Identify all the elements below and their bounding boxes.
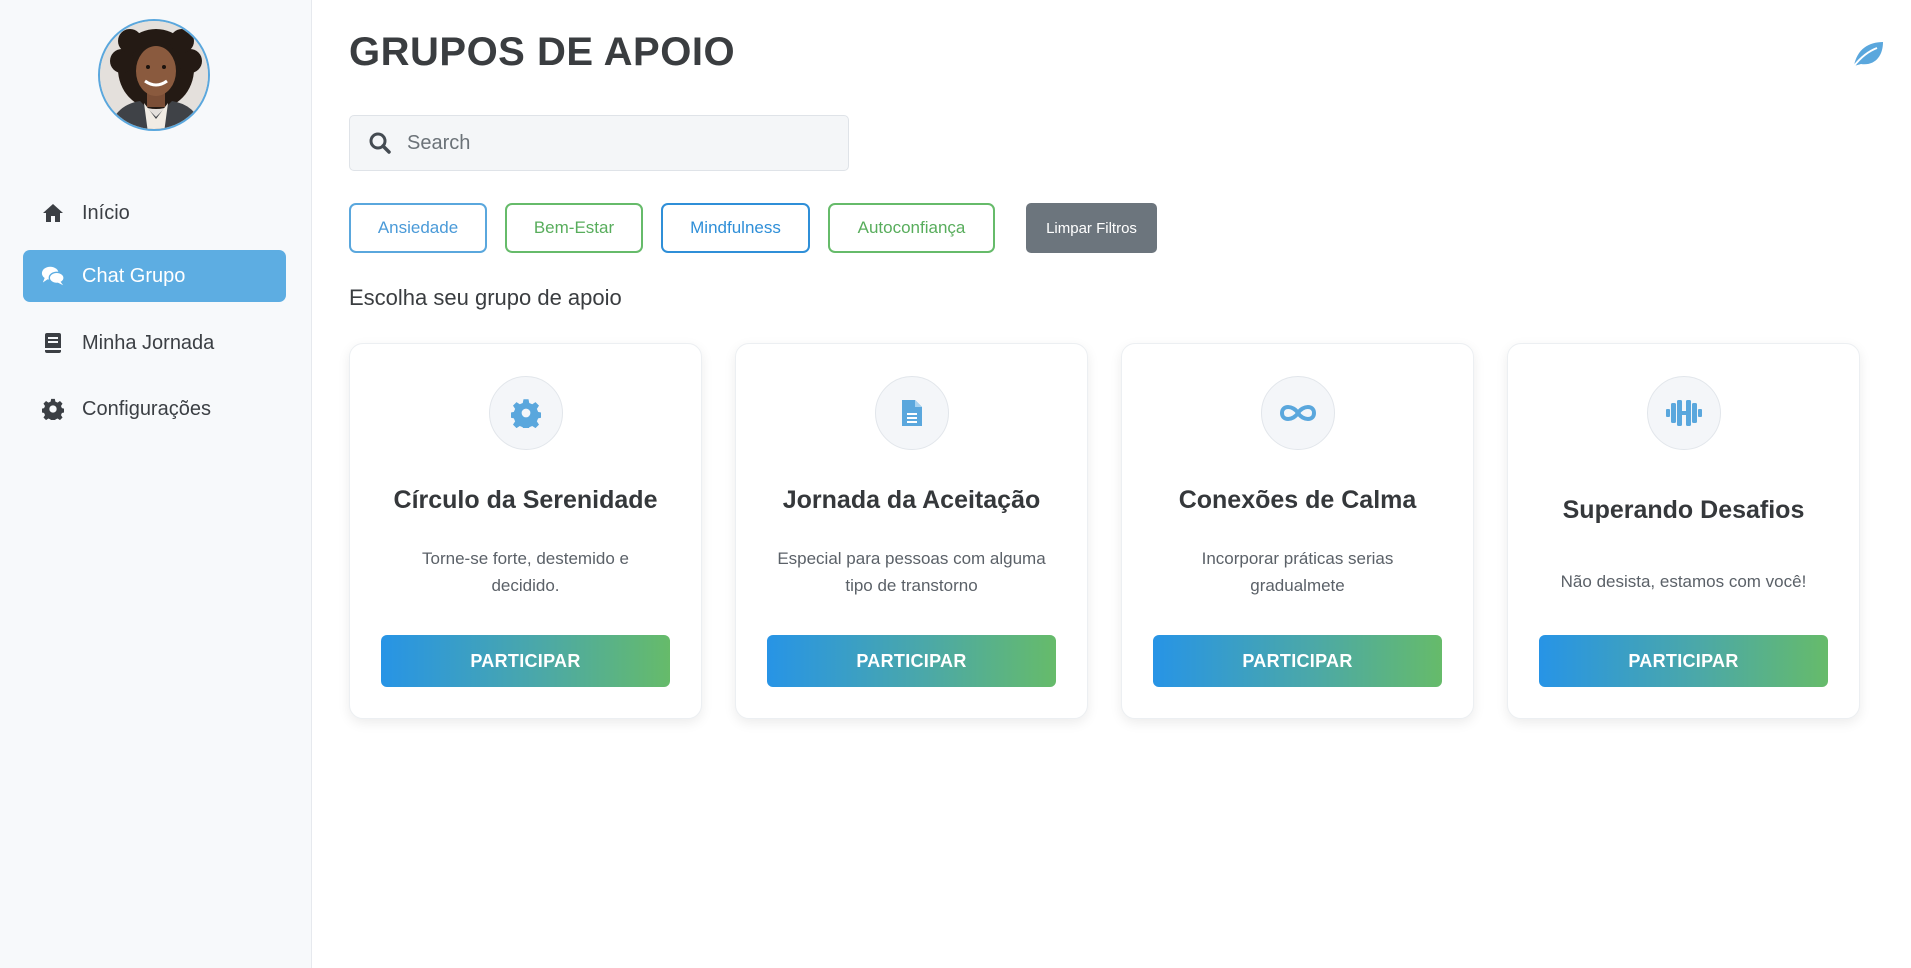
filter-autoconfianca[interactable]: Autoconfiança <box>828 203 995 253</box>
filter-ansiedade[interactable]: Ansiedade <box>349 203 487 253</box>
sidebar-item-minha-jornada[interactable]: Minha Jornada <box>23 317 286 369</box>
sidebar-item-configuracoes[interactable]: Configurações <box>23 383 286 435</box>
card-description: Não desista, estamos com você! <box>1560 572 1807 591</box>
card-description: Incorporar práticas serias gradualmete <box>1201 549 1394 595</box>
group-card: Superando Desafios Não desista, estamos … <box>1507 343 1860 719</box>
sidebar-item-label: Chat Grupo <box>82 264 186 287</box>
leaf-icon <box>1851 39 1885 69</box>
card-title: Conexões de Calma <box>1178 486 1417 514</box>
card-title: Superando Desafios <box>1562 496 1805 524</box>
dumbbell-icon <box>1646 376 1721 450</box>
infinity-icon <box>1260 376 1335 450</box>
participar-button[interactable]: PARTICIPAR <box>1539 635 1828 687</box>
participar-button[interactable]: PARTICIPAR <box>767 635 1056 687</box>
group-card: Jornada da Aceitação Especial para pesso… <box>735 343 1088 719</box>
clear-filters-button[interactable]: Limpar Filtros <box>1026 203 1157 253</box>
search-icon <box>369 132 391 154</box>
participar-button[interactable]: PARTICIPAR <box>1153 635 1442 687</box>
avatar[interactable] <box>98 19 210 131</box>
search-box <box>349 115 849 171</box>
card-description: Especial para pessoas com alguma tipo de… <box>777 549 1046 595</box>
card-title: Círculo da Serenidade <box>393 486 658 514</box>
gear-icon <box>41 397 65 421</box>
book-icon <box>41 331 65 355</box>
section-label: Escolha seu grupo de apoio <box>349 285 622 310</box>
sidebar-item-label: Minha Jornada <box>82 331 215 354</box>
chat-icon <box>41 264 65 288</box>
filter-bem-estar[interactable]: Bem-Estar <box>505 203 643 253</box>
gear-icon <box>488 376 563 450</box>
sidebar-item-label: Início <box>82 201 130 224</box>
group-card: Conexões de Calma Incorporar práticas se… <box>1121 343 1474 719</box>
card-title: Jornada da Aceitação <box>782 486 1041 514</box>
filter-mindfulness[interactable]: Mindfulness <box>661 203 810 253</box>
home-icon <box>41 201 65 225</box>
sidebar-item-label: Configurações <box>82 397 211 420</box>
page-title: GRUPOS DE APOIO <box>349 30 736 74</box>
sidebar-item-chat-grupo[interactable]: Chat Grupo <box>23 250 286 302</box>
sidebar-item-inicio[interactable]: Início <box>23 187 286 239</box>
card-description: Torne-se forte, destemido e decidido. <box>422 549 629 595</box>
group-card: Círculo da Serenidade Torne-se forte, de… <box>349 343 702 719</box>
sidebar: Início Chat Grupo Minha Jornada Configur… <box>0 0 312 968</box>
document-icon <box>874 376 949 450</box>
participar-button[interactable]: PARTICIPAR <box>381 635 670 687</box>
search-input[interactable] <box>407 131 848 155</box>
